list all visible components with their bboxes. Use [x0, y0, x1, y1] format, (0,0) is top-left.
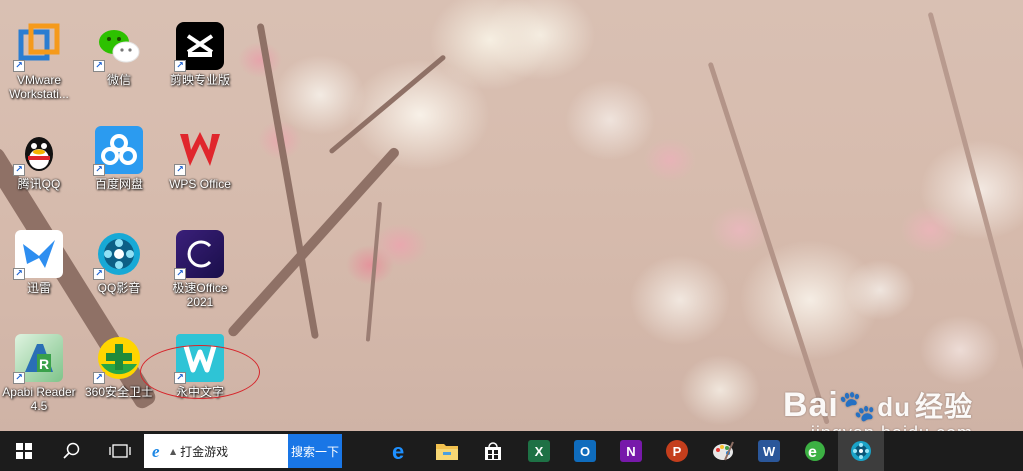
desktop-icon-label: 腾讯QQ — [17, 177, 61, 191]
taskbar-app-qq-player[interactable] — [838, 431, 884, 471]
shortcut-arrow-icon: ↗ — [93, 164, 105, 176]
taskbar-app-store[interactable] — [470, 431, 516, 471]
taskbar-app-360-browser[interactable]: e — [792, 431, 838, 471]
desktop-icon-wps[interactable]: ↗ WPS Office — [161, 126, 239, 191]
windows-logo-icon — [16, 443, 32, 459]
jisu-office-icon: ↗ — [174, 230, 224, 280]
desktop-icon-wechat[interactable]: ↗ 微信 — [80, 22, 158, 87]
browser-search-box[interactable]: e ▲ 打金游戏 — [144, 434, 288, 468]
shortcut-arrow-icon: ↗ — [174, 60, 186, 72]
wallpaper-branch — [927, 11, 1023, 419]
desktop-icon-thunder[interactable]: ↗ 迅雷 — [0, 230, 78, 295]
outlook-icon: O — [574, 440, 596, 462]
qq-icon: ↗ — [13, 126, 63, 176]
search-icon — [63, 442, 80, 459]
desktop-icon-label: WPS Office — [169, 177, 231, 191]
excel-icon: X — [528, 440, 550, 462]
folder-icon — [436, 444, 458, 460]
desktop-icon-label: 360安全卫士 — [84, 385, 154, 399]
desktop-icon-label: 迅雷 — [26, 281, 51, 295]
search-go-button[interactable]: 搜索一下 — [288, 434, 342, 468]
desktop-icon-label: QQ影音 — [97, 281, 141, 295]
taskbar-app-file-explorer[interactable] — [424, 431, 470, 471]
shortcut-arrow-icon: ↗ — [93, 268, 105, 280]
shortcut-arrow-icon: ↗ — [174, 268, 186, 280]
taskbar-app-excel[interactable]: X — [516, 431, 562, 471]
shortcut-arrow-icon: ↗ — [13, 164, 25, 176]
taskbar-app-paint[interactable] — [700, 431, 746, 471]
task-view-button[interactable] — [96, 431, 144, 471]
thunder-icon: ↗ — [13, 230, 63, 280]
desktop-icon-vmware[interactable]: ↗ VMware Workstati... — [0, 22, 78, 101]
shortcut-arrow-icon: ↗ — [13, 60, 25, 72]
search-text: 打金游戏 — [180, 444, 229, 459]
baidu-jingyan-watermark: Bai🐾du经验 jingyan.baidu.com — [782, 385, 973, 431]
start-button[interactable] — [0, 431, 48, 471]
desktop-icon-capcut[interactable]: ↗ 剪映专业版 — [161, 22, 239, 87]
desktop-icon-qq-player[interactable]: ↗ QQ影音 — [80, 230, 158, 295]
onenote-icon: N — [620, 440, 642, 462]
shortcut-arrow-icon: ↗ — [13, 372, 25, 384]
desktop-icon-jisu-office[interactable]: ↗ 极速Office 2021 — [161, 230, 239, 309]
wechat-icon: ↗ — [93, 22, 143, 72]
taskbar-app-powerpoint[interactable]: P — [654, 431, 700, 471]
watermark-bai: Bai — [782, 386, 839, 424]
desktop-icon-apabi[interactable]: R ↗ Apabi Reader 4.5 — [0, 334, 78, 413]
shortcut-arrow-icon: ↗ — [93, 60, 105, 72]
360-icon: ↗ — [93, 334, 143, 384]
baidu-netdisk-icon: ↗ — [93, 126, 143, 176]
annotation-circle — [140, 345, 260, 399]
word-icon: W — [758, 440, 780, 462]
svg-text:e: e — [808, 444, 817, 461]
edge-icon: e — [392, 440, 404, 462]
shortcut-arrow-icon: ↗ — [174, 164, 186, 176]
desktop-icon-label: VMware Workstati... — [9, 73, 69, 101]
svg-text:R: R — [39, 356, 49, 372]
paint-palette-icon — [713, 441, 734, 461]
desktop-icon-label: 百度网盘 — [94, 177, 143, 191]
wps-icon: ↗ — [174, 126, 224, 176]
watermark-jingyan: 经验 — [914, 391, 973, 422]
desktop-icon-qq[interactable]: ↗ 腾讯QQ — [0, 126, 78, 191]
task-view-icon — [109, 444, 131, 458]
qq-player-icon: ↗ — [93, 230, 143, 280]
desktop-icon-label: 极速Office 2021 — [172, 281, 228, 309]
360-browser-icon: e — [805, 441, 825, 461]
wallpaper-branch — [707, 61, 830, 425]
taskbar: e ▲ 打金游戏 搜索一下 e X O N P W e — [0, 431, 1023, 471]
taskbar-app-onenote[interactable]: N — [608, 431, 654, 471]
search-button[interactable] — [48, 431, 96, 471]
vmware-icon: ↗ — [13, 22, 63, 72]
ie-icon: e — [152, 442, 160, 460]
watermark-url: jingyan.baidu.com — [811, 423, 973, 431]
apabi-icon: R ↗ — [13, 334, 63, 384]
paw-icon: 🐾 — [838, 390, 878, 423]
desktop-wallpaper: ↗ VMware Workstati... ↗ 腾讯QQ ↗ 迅雷 R ↗ Ap… — [0, 0, 1023, 431]
desktop-icon-baidu-netdisk[interactable]: ↗ 百度网盘 — [80, 126, 158, 191]
powerpoint-icon: P — [666, 440, 688, 462]
shortcut-arrow-icon: ↗ — [93, 372, 105, 384]
watermark-du: du — [877, 392, 911, 422]
svg-text:e: e — [152, 442, 160, 460]
desktop-icon-label: 微信 — [106, 73, 131, 87]
dropdown-arrow-icon: ▲ — [170, 446, 177, 456]
store-icon — [485, 442, 501, 460]
desktop-icon-label: Apabi Reader 4.5 — [2, 385, 76, 413]
svg-text:e: e — [392, 440, 404, 462]
wallpaper-branch — [328, 54, 447, 155]
desktop-icon-label: 剪映专业版 — [169, 73, 230, 87]
taskbar-app-word[interactable]: W — [746, 431, 792, 471]
wallpaper-branch — [365, 201, 382, 342]
capcut-icon: ↗ — [174, 22, 224, 72]
shortcut-arrow-icon: ↗ — [13, 268, 25, 280]
taskbar-app-edge[interactable]: e — [378, 431, 424, 471]
qq-player-icon — [851, 441, 871, 461]
taskbar-app-outlook[interactable]: O — [562, 431, 608, 471]
